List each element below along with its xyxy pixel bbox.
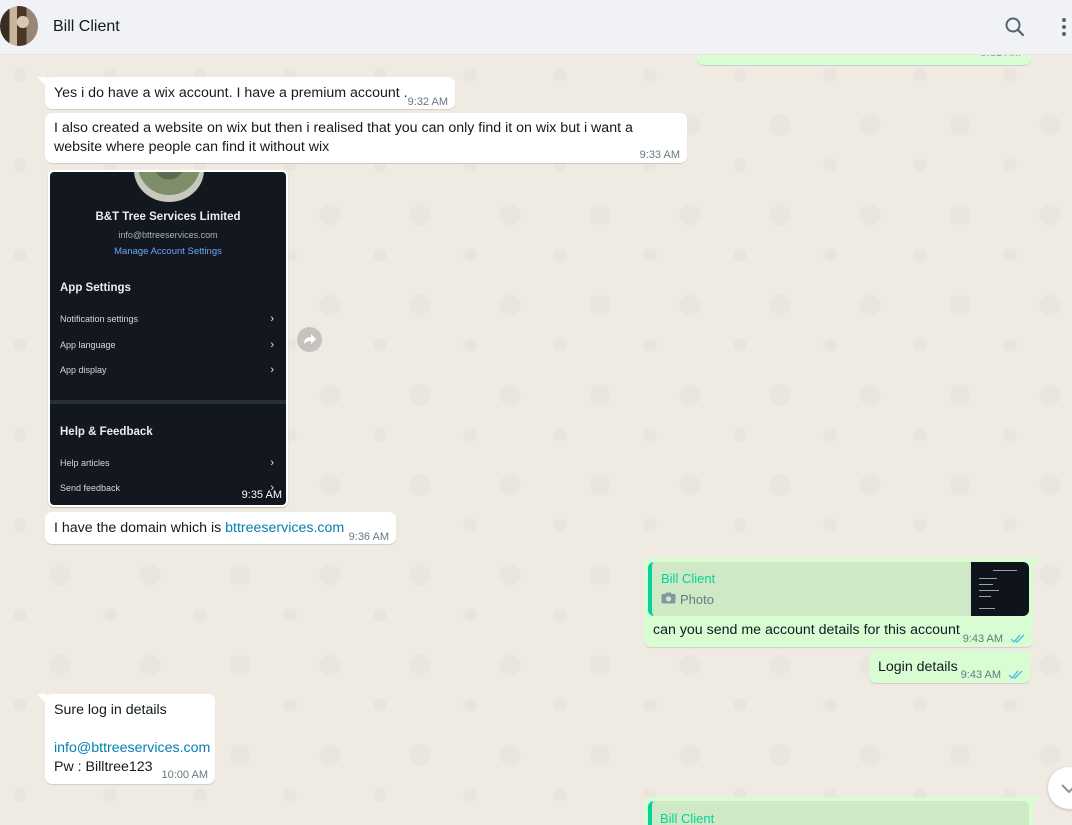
quote-author: Bill Client bbox=[661, 571, 716, 586]
message-outgoing[interactable]: Bill Client bbox=[644, 797, 1041, 825]
quoted-message[interactable]: Bill Client Photo bbox=[648, 562, 1029, 616]
chevron-right-icon: › bbox=[270, 457, 274, 469]
chat-header: Bill Client bbox=[0, 0, 1072, 55]
section-title: App Settings bbox=[60, 282, 131, 294]
settings-row: Help articles › bbox=[60, 457, 274, 469]
section-title: Help & Feedback bbox=[60, 426, 153, 438]
chevron-right-icon: › bbox=[270, 364, 274, 376]
message-outgoing[interactable]: 9:31 AM bbox=[697, 55, 1031, 65]
message-incoming[interactable]: Yes i do have a wix account. I have a pr… bbox=[37, 77, 455, 109]
quote-author: Bill Client bbox=[660, 811, 715, 825]
message-time: 9:43 AM bbox=[960, 669, 1002, 681]
business-name: B&T Tree Services Limited bbox=[95, 211, 241, 223]
message-time: 9:31 AM bbox=[981, 55, 1021, 63]
contact-name[interactable]: Bill Client bbox=[53, 18, 120, 36]
forward-icon[interactable] bbox=[297, 327, 322, 352]
email-link[interactable]: info@bttreeservices.com bbox=[54, 739, 210, 758]
quote-thumbnail bbox=[971, 562, 1029, 616]
chevron-down-icon bbox=[1061, 784, 1072, 794]
menu-icon[interactable] bbox=[1052, 14, 1072, 40]
message-time: 9:43 AM bbox=[962, 633, 1004, 645]
message-time: 9:33 AM bbox=[639, 149, 680, 161]
search-icon[interactable] bbox=[1002, 14, 1028, 40]
message-text: can you send me account details for this… bbox=[653, 622, 960, 638]
message-text: I have the domain which is bttreeservice… bbox=[54, 520, 345, 536]
message-text: Sure log in details bbox=[54, 702, 167, 718]
message-time: 9:32 AM bbox=[407, 96, 448, 108]
scroll-to-bottom-button[interactable] bbox=[1048, 767, 1072, 809]
avatar[interactable] bbox=[0, 6, 38, 46]
message-text: Yes i do have a wix account. I have a pr… bbox=[54, 85, 408, 101]
message-incoming[interactable]: Sure log in details info@bttreeservices.… bbox=[37, 694, 215, 784]
image-message[interactable]: B&T Tree Services Limited info@bttreeser… bbox=[48, 170, 288, 507]
quoted-message[interactable]: Bill Client bbox=[648, 801, 1029, 825]
bubble-tail bbox=[37, 694, 47, 704]
settings-row: App language › bbox=[60, 339, 274, 351]
read-receipt-icon bbox=[1010, 631, 1026, 650]
manage-account-link: Manage Account Settings bbox=[114, 246, 222, 257]
message-time: 10:00 AM bbox=[161, 769, 208, 781]
message-incoming[interactable]: I have the domain which is bttreeservice… bbox=[45, 512, 396, 544]
read-receipt-icon bbox=[1008, 667, 1024, 686]
message-outgoing[interactable]: Login details 9:43 AM bbox=[869, 651, 1031, 683]
quote-type: Photo bbox=[680, 592, 714, 607]
divider bbox=[50, 400, 286, 404]
chevron-right-icon: › bbox=[270, 313, 274, 325]
bubble-tail bbox=[1031, 797, 1041, 807]
chevron-right-icon: › bbox=[270, 339, 274, 351]
domain-link[interactable]: bttreeservices.com bbox=[225, 520, 344, 536]
camera-icon bbox=[661, 591, 676, 610]
profile-photo bbox=[134, 172, 204, 202]
bubble-tail bbox=[1031, 558, 1041, 568]
message-text: I also created a website on wix but then… bbox=[54, 120, 633, 155]
business-email: info@bttreeservices.com bbox=[118, 230, 218, 240]
message-outgoing[interactable]: Bill Client Photo can you send me accoun… bbox=[644, 558, 1041, 650]
message-time: 9:35 AM bbox=[241, 489, 282, 501]
settings-row: App display › bbox=[60, 364, 274, 376]
message-text: Login details bbox=[878, 659, 958, 675]
message-time: 9:36 AM bbox=[348, 531, 389, 543]
message-incoming[interactable]: I also created a website on wix but then… bbox=[45, 113, 687, 163]
message-text: Pw : Billtree123 bbox=[54, 759, 153, 775]
bubble-tail bbox=[37, 77, 47, 87]
message-list[interactable]: 9:31 AM Yes i do have a wix account. I h… bbox=[0, 55, 1072, 825]
settings-row: Notification settings › bbox=[60, 313, 274, 325]
